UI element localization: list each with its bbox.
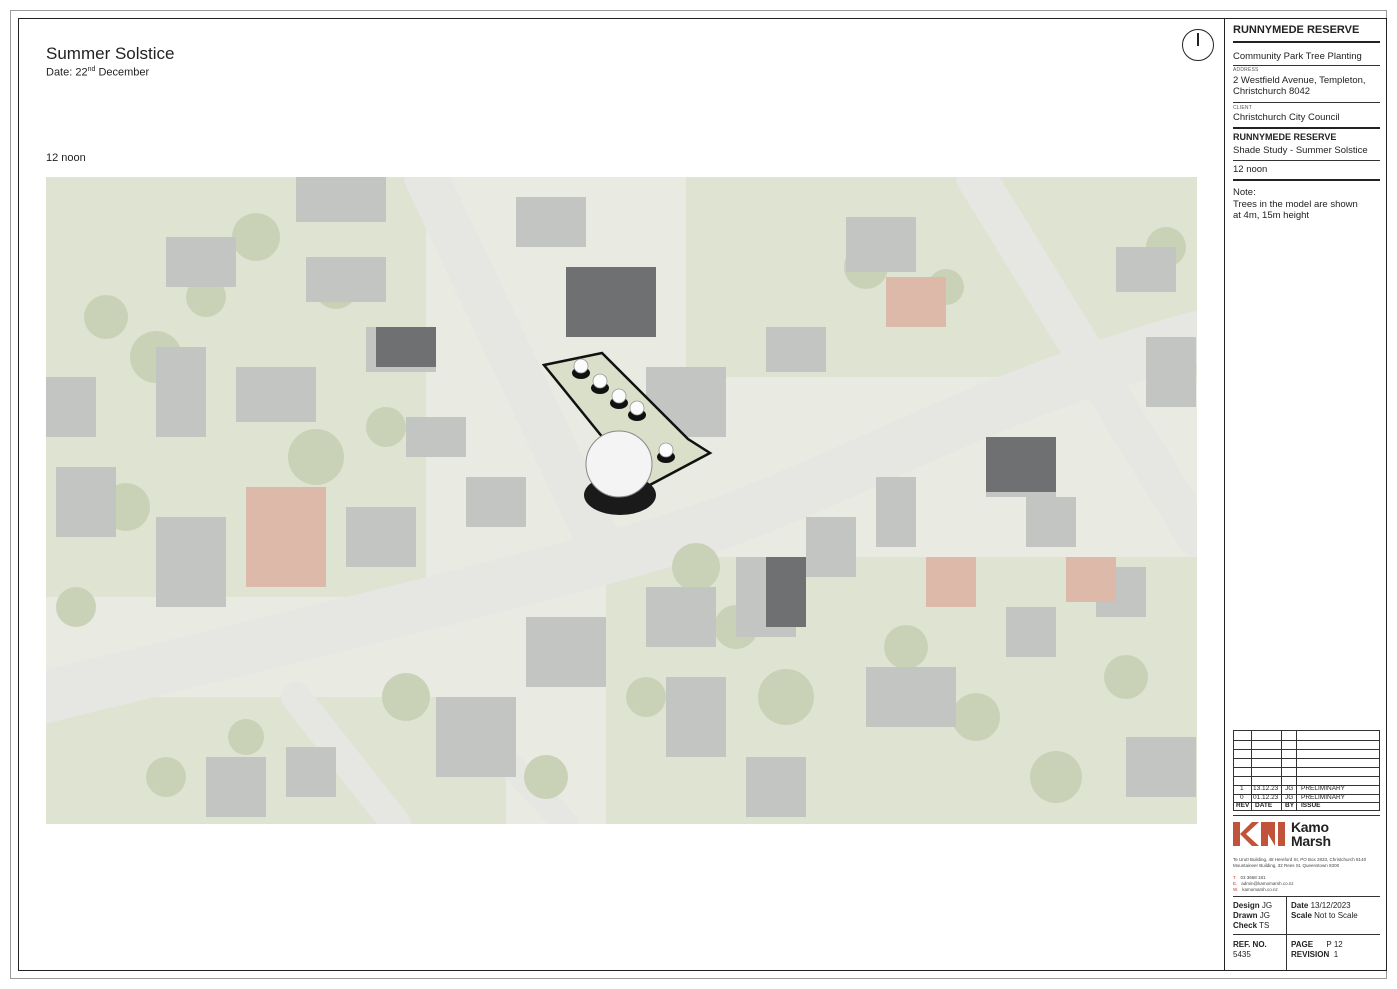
ref-value: 5435 (1233, 950, 1251, 959)
revision-table: 1 13.12.23 JG PRELIMINARY 0 01.12.23 JG … (1233, 730, 1380, 811)
note-line-2: at 4m, 15m height (1233, 210, 1310, 221)
title-divider (1233, 127, 1380, 129)
client-caption: CLIENT (1233, 105, 1252, 111)
meta-divider (1286, 896, 1287, 970)
drawing-time: 12 noon (1233, 164, 1268, 175)
company-address-1: Te Urutī Building, 48 Hereford St, PO Bo… (1233, 857, 1367, 862)
drawn-field: Drawn JG (1233, 911, 1270, 920)
page-field: PAGE P 12 (1291, 940, 1343, 949)
north-arrow-icon (1182, 29, 1214, 61)
revision-field: REVISION 1 (1291, 950, 1339, 959)
rev-row-1-issue: PRELIMINARY (1301, 785, 1345, 792)
drawing-title: RUNNYMEDE RESERVE (1233, 132, 1337, 142)
rev-row-1-rev: 1 (1240, 785, 1244, 792)
kamo-marsh-logo (1233, 822, 1285, 846)
rev-row-1-by: JG (1285, 785, 1294, 792)
aerial-site-map (46, 177, 1197, 824)
title-divider (1233, 179, 1380, 181)
company-address-2: Mountaineer Building, 32 Rees St, Queens… (1233, 863, 1340, 868)
title-divider (1233, 934, 1380, 935)
rev-header-issue: ISSUE (1301, 802, 1321, 809)
title-divider (1233, 160, 1380, 161)
client-name: Christchurch City Council (1233, 112, 1340, 123)
rev-row-2-by: JG (1285, 794, 1294, 801)
title-divider (1233, 896, 1380, 897)
company-email[interactable]: E. admin@kamomarsh.co.nz (1233, 881, 1294, 886)
company-phone: T. 03 3668 181 (1233, 875, 1266, 880)
rev-row-1-date: 13.12.23 (1253, 785, 1279, 792)
date-field: Date 13/12/2023 (1291, 901, 1351, 910)
rev-row-2-date: 01.12.23 (1253, 794, 1279, 801)
title-divider (1233, 41, 1380, 43)
company-website[interactable]: W. kamomarsh.co.nz (1233, 887, 1278, 892)
title-divider (1233, 102, 1380, 103)
address-line-2: Christchurch 8042 (1233, 86, 1311, 97)
scale-field: Scale Not to Scale (1291, 911, 1358, 920)
project-name: RUNNYMEDE RESERVE (1233, 24, 1360, 36)
rev-row-2-issue: PRELIMINARY (1301, 794, 1345, 801)
company-name: Kamo Marsh (1291, 819, 1331, 849)
drawing-subtitle: Shade Study - Summer Solstice (1233, 145, 1368, 156)
time-label: 12 noon (46, 152, 86, 164)
title-divider (1233, 65, 1380, 66)
rev-header-rev: REV (1236, 802, 1250, 809)
ref-label: REF. NO. (1233, 940, 1267, 949)
check-field: Check TS (1233, 921, 1270, 930)
note-heading: Note: (1233, 187, 1256, 198)
sheet-title: Summer Solstice (46, 44, 175, 63)
title-divider (1233, 815, 1380, 816)
sheet-date: Date: 22nd December (46, 66, 150, 79)
project-description: Community Park Tree Planting (1233, 51, 1362, 62)
rev-header-by: BY (1285, 802, 1295, 809)
address-caption: ADDRESS (1233, 67, 1259, 73)
design-field: Design JG (1233, 901, 1273, 910)
rev-row-2-rev: 0 (1240, 794, 1244, 801)
rev-header-date: DATE (1255, 802, 1273, 809)
